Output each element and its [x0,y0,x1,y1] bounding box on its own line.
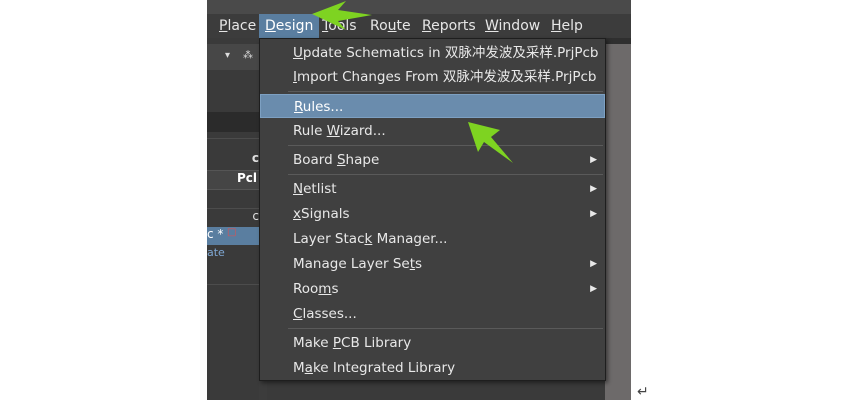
return-icon: ↵ [637,384,649,400]
annotation-overlay [312,1,513,163]
arrow-icon [468,122,513,163]
arrow-icon [312,1,372,30]
